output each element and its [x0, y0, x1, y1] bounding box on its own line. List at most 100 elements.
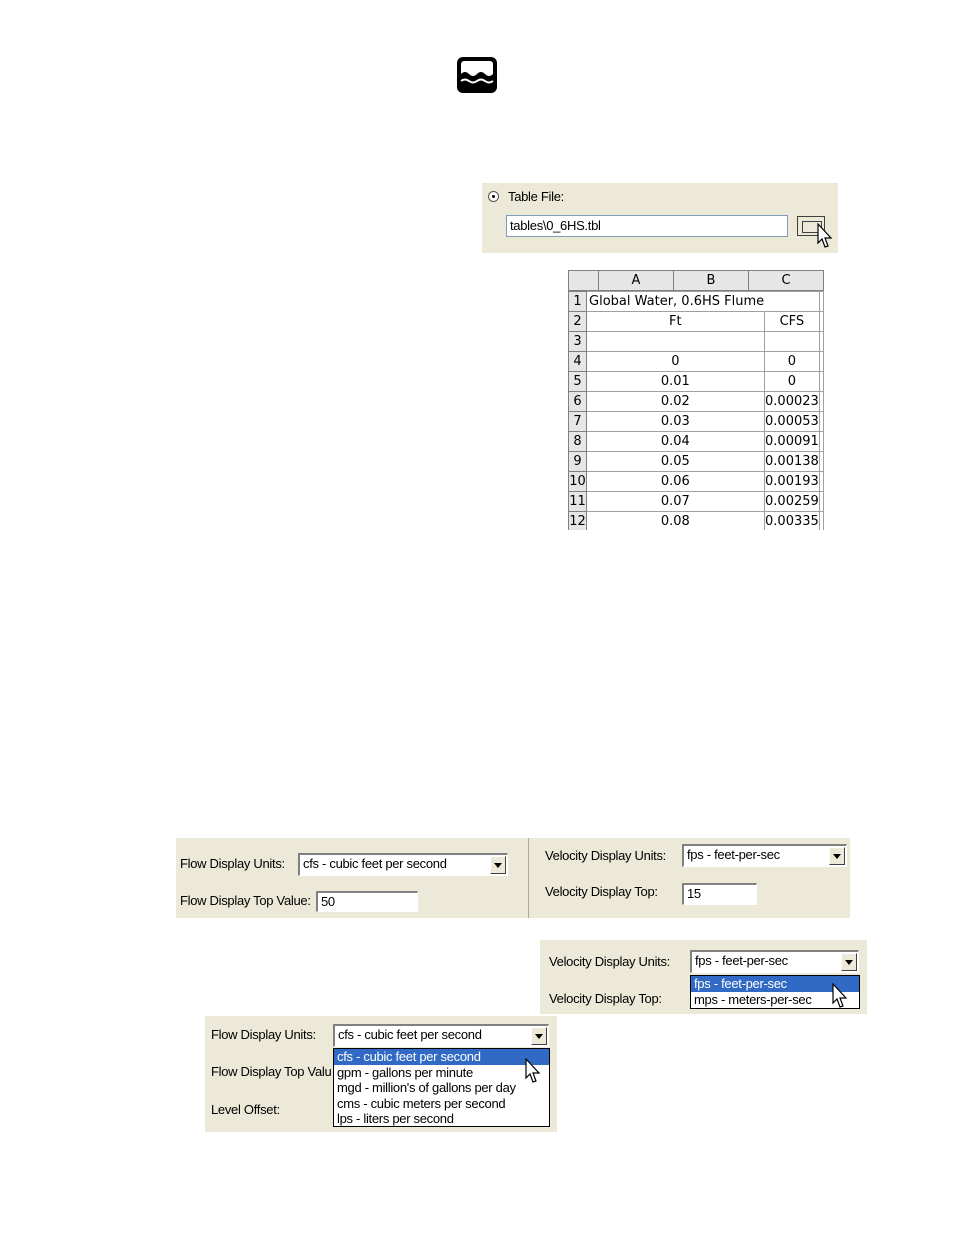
velocity-units-value: fps - feet-per-sec [687, 847, 780, 862]
table-file-radio[interactable] [488, 191, 499, 202]
flow-units-options: cfs - cubic feet per second gpm - gallon… [333, 1048, 550, 1127]
cell-b[interactable] [763, 331, 821, 352]
table-row: 9 0.05 0.00138 [568, 451, 824, 472]
cell-c[interactable] [819, 351, 824, 372]
spreadsheet: A B C 1 Global Water, 0.6HS Flume 2 Ft CFS 3 4… [568, 270, 824, 530]
row-header[interactable]: 10 [568, 471, 588, 492]
flow-option[interactable]: gpm - gallons per minute [334, 1065, 549, 1081]
table-file-label: Table File: [508, 189, 564, 204]
cell-a[interactable]: 0.02 [586, 391, 765, 412]
mouse-pointer-icon [525, 1058, 541, 1083]
cell-b[interactable]: 0.00259 [763, 491, 821, 512]
velocity-units-select-open[interactable]: fps - feet-per-sec [690, 950, 859, 973]
table-row: 400 [568, 351, 824, 372]
row-header[interactable]: 8 [568, 431, 588, 452]
flow-units-select-open[interactable]: cfs - cubic feet per second [333, 1024, 549, 1047]
table-row: 1 Global Water, 0.6HS Flume [568, 291, 824, 312]
cell-c[interactable] [819, 431, 824, 452]
cell-b[interactable]: 0 [763, 371, 821, 392]
cell-a[interactable]: 0 [586, 351, 765, 372]
column-header-b[interactable]: B [673, 270, 749, 291]
cell-a[interactable]: 0.06 [586, 471, 765, 492]
flow-units-label: Flow Display Units: [180, 856, 285, 871]
mouse-pointer-icon [832, 983, 848, 1008]
row-header[interactable]: 2 [568, 311, 588, 332]
cell-a[interactable]: Global Water, 0.6HS Flume [586, 291, 765, 312]
velocity-dropdown-panel: Velocity Display Units: fps - feet-per-s… [540, 940, 867, 1014]
velocity-display-panel: Velocity Display Units: fps - feet-per-s… [528, 838, 850, 918]
table-row: 5 0.01 0 [568, 371, 824, 392]
cell-a[interactable]: 0.08 [586, 511, 765, 530]
cell-b[interactable]: 0.00335 [763, 511, 821, 530]
row-header[interactable]: 5 [568, 371, 588, 392]
flow-option[interactable]: cfs - cubic feet per second [334, 1049, 549, 1065]
cell-b[interactable]: 0 [763, 351, 821, 372]
flow-dropdown-panel: Flow Display Units: cfs - cubic feet per… [205, 1016, 557, 1132]
cell-c[interactable] [819, 311, 824, 332]
cell-b[interactable]: 0.00138 [763, 451, 821, 472]
flow-option[interactable]: cms - cubic meters per second [334, 1096, 549, 1112]
row-header[interactable]: 11 [568, 491, 588, 512]
cell-a[interactable] [586, 331, 765, 352]
chevron-down-icon[interactable] [490, 856, 506, 874]
table-row: 6 0.02 0.00023 [568, 391, 824, 412]
velocity-units-select[interactable]: fps - feet-per-sec [682, 844, 847, 867]
flow-top-label: Flow Display Top Valu [211, 1064, 332, 1079]
row-header[interactable]: 3 [568, 331, 588, 352]
row-header[interactable]: 6 [568, 391, 588, 412]
flow-units-select[interactable]: cfs - cubic feet per second [298, 853, 508, 876]
cell-a[interactable]: Ft [586, 311, 765, 332]
flow-units-value: cfs - cubic feet per second [338, 1027, 482, 1042]
cell-c[interactable] [819, 391, 824, 412]
cell-c[interactable] [819, 291, 824, 312]
cell-c[interactable] [819, 491, 824, 512]
flow-display-panel: Flow Display Units: cfs - cubic feet per… [176, 838, 528, 918]
row-header[interactable]: 7 [568, 411, 588, 432]
level-offset-label: Level Offset: [211, 1102, 280, 1117]
water-waves-icon [456, 56, 498, 94]
row-header[interactable]: 1 [568, 291, 588, 312]
cell-a[interactable]: 0.07 [586, 491, 765, 512]
table-file-panel: Table File: tables\0_6HS.tbl [482, 183, 838, 253]
cell-b[interactable]: 0.00193 [763, 471, 821, 492]
velocity-top-label: Velocity Display Top: [545, 884, 658, 899]
row-header[interactable]: 9 [568, 451, 588, 472]
chevron-down-icon[interactable] [531, 1027, 547, 1045]
cell-b[interactable]: 0.00091 [763, 431, 821, 452]
velocity-units-label: Velocity Display Units: [549, 954, 670, 969]
cell-b[interactable]: 0.00023 [763, 391, 821, 412]
flow-option[interactable]: lps - liters per second [334, 1111, 549, 1127]
chevron-down-icon[interactable] [829, 847, 845, 865]
cell-c[interactable] [819, 371, 824, 392]
velocity-units-value: fps - feet-per-sec [695, 953, 788, 968]
chevron-down-icon[interactable] [841, 953, 857, 971]
cell-a[interactable]: 0.01 [586, 371, 765, 392]
cell-b[interactable] [764, 291, 820, 312]
table-row: 10 0.06 0.00193 [568, 471, 824, 492]
mouse-pointer-icon [817, 223, 833, 248]
flow-top-input[interactable]: 50 [316, 891, 418, 912]
cell-a[interactable]: 0.04 [586, 431, 765, 452]
row-header[interactable]: 12 [568, 511, 588, 530]
row-header[interactable]: 4 [568, 351, 588, 372]
cell-c[interactable] [819, 511, 824, 530]
cell-c[interactable] [819, 451, 824, 472]
table-row: 11 0.07 0.00259 [568, 491, 824, 512]
table-row: 12 0.08 0.00335 [568, 511, 824, 530]
table-row: 2 Ft CFS [568, 311, 824, 332]
flow-units-label: Flow Display Units: [211, 1027, 316, 1042]
cell-b[interactable]: CFS [763, 311, 821, 332]
column-header-c[interactable]: C [748, 270, 824, 291]
column-header-a[interactable]: A [598, 270, 674, 291]
cell-c[interactable] [819, 331, 824, 352]
velocity-top-label: Velocity Display Top: [549, 991, 662, 1006]
cell-a[interactable]: 0.03 [586, 411, 765, 432]
velocity-top-input[interactable]: 15 [682, 883, 757, 905]
cell-c[interactable] [819, 471, 824, 492]
cell-c[interactable] [819, 411, 824, 432]
velocity-units-label: Velocity Display Units: [545, 848, 666, 863]
cell-a[interactable]: 0.05 [586, 451, 765, 472]
table-file-path-field[interactable]: tables\0_6HS.tbl [506, 215, 788, 237]
flow-option[interactable]: mgd - million's of gallons per day [334, 1080, 549, 1096]
cell-b[interactable]: 0.00053 [763, 411, 821, 432]
